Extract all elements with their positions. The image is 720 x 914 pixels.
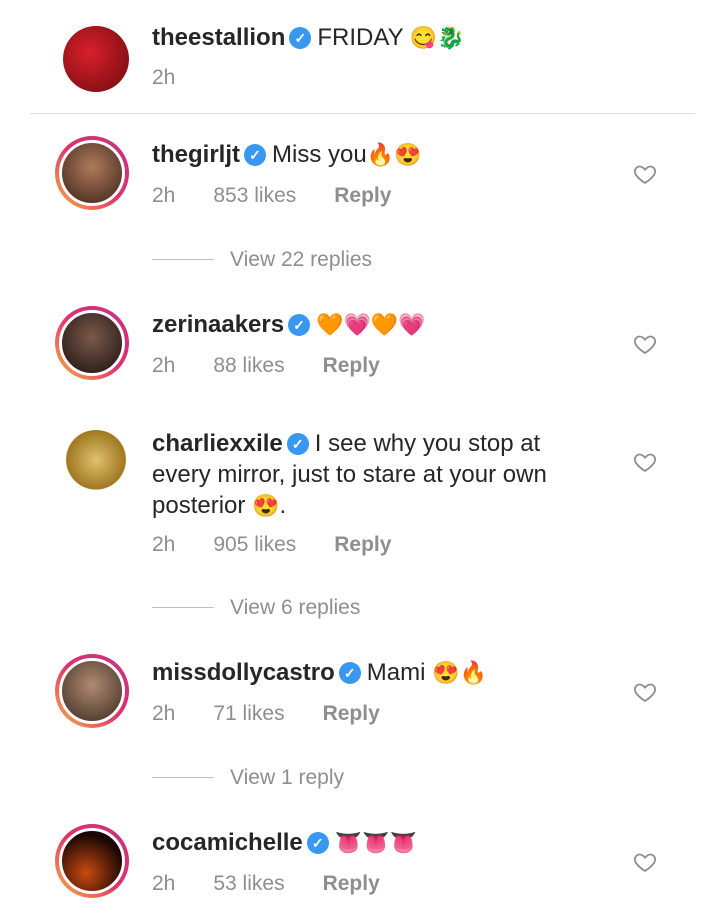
comment-username[interactable]: zerinaakers xyxy=(152,311,284,338)
reply-button[interactable]: Reply xyxy=(323,354,380,377)
comment-time: 2h xyxy=(152,533,176,556)
comment-text: charliexxile ✓ I see why you stop at every… xyxy=(152,430,547,519)
post-caption-text: FRIDAY xyxy=(317,24,404,51)
comment-likes[interactable]: 88 likes xyxy=(213,354,284,377)
comment-likes[interactable]: 53 likes xyxy=(213,872,284,895)
verified-badge-icon: ✓ xyxy=(286,433,309,455)
view-replies-button[interactable]: View 22 replies xyxy=(152,248,372,272)
reply-button[interactable]: Reply xyxy=(323,872,380,895)
verified-badge-icon: ✓ xyxy=(338,662,361,684)
heart-outline-icon[interactable] xyxy=(633,450,657,474)
reply-button[interactable]: Reply xyxy=(334,533,391,556)
post-caption-emojis: 😋🐉 xyxy=(409,25,465,50)
comment-likes[interactable]: 853 likes xyxy=(213,184,296,207)
heart-outline-icon[interactable] xyxy=(633,332,657,356)
heart-outline-icon[interactable] xyxy=(633,850,657,874)
comment-username[interactable]: missdollycastro xyxy=(152,659,335,686)
heart-outline-icon[interactable] xyxy=(633,162,657,186)
comment-avatar[interactable] xyxy=(63,430,129,496)
comment-avatar[interactable] xyxy=(55,654,129,728)
comment-text: missdollycastro ✓ Mami 😍🔥 xyxy=(152,659,487,686)
comment-text: thegirljt ✓ Miss you🔥😍 xyxy=(152,141,422,168)
post-author-avatar[interactable] xyxy=(63,26,129,92)
comment-time: 2h xyxy=(152,702,176,725)
comment-time: 2h xyxy=(152,354,176,377)
comment-username[interactable]: thegirljt xyxy=(152,141,240,168)
post-caption: theestallion ✓ FRIDAY 😋🐉 xyxy=(152,22,602,53)
post-author-username[interactable]: theestallion xyxy=(152,24,285,51)
comment-text: zerinaakers ✓ 🧡💗🧡💗 xyxy=(152,311,426,338)
reply-button[interactable]: Reply xyxy=(323,702,380,725)
comment-meta: 2h 71 likes Reply xyxy=(152,702,418,726)
comment-likes[interactable]: 71 likes xyxy=(213,702,284,725)
post-time: 2h xyxy=(152,66,176,89)
verified-badge-icon: ✓ xyxy=(288,314,311,336)
comment-username[interactable]: charliexxile xyxy=(152,430,283,457)
verified-badge-icon: ✓ xyxy=(289,27,312,49)
comment-meta: 2h 88 likes Reply xyxy=(152,354,418,378)
comment-meta: 2h 53 likes Reply xyxy=(152,872,418,896)
comment-meta: 2h 905 likes Reply xyxy=(152,533,429,557)
comment-meta: 2h 853 likes Reply xyxy=(152,184,429,208)
comment-likes[interactable]: 905 likes xyxy=(213,533,296,556)
reply-button[interactable]: Reply xyxy=(334,184,391,207)
header-divider xyxy=(30,113,695,114)
comment-time: 2h xyxy=(152,872,176,895)
comment-text: cocamichelle ✓ 👅👅👅 xyxy=(152,829,417,856)
view-replies-button[interactable]: View 6 replies xyxy=(152,596,360,620)
comment-avatar[interactable] xyxy=(55,824,129,898)
comment-avatar[interactable] xyxy=(55,306,129,380)
view-replies-button[interactable]: View 1 reply xyxy=(152,766,344,790)
verified-badge-icon: ✓ xyxy=(244,144,266,166)
comment-avatar[interactable] xyxy=(55,136,129,210)
comment-username[interactable]: cocamichelle xyxy=(152,829,303,856)
heart-outline-icon[interactable] xyxy=(633,680,657,704)
verified-badge-icon: ✓ xyxy=(306,832,329,854)
comment-time: 2h xyxy=(152,184,176,207)
